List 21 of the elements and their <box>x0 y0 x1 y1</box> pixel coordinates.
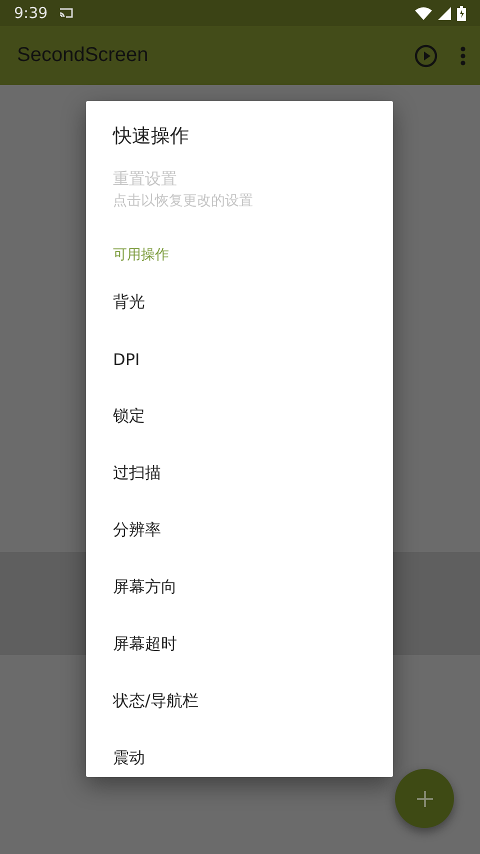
action-item[interactable]: 背光 <box>113 274 145 331</box>
action-item[interactable]: 状态/导航栏 <box>113 673 198 730</box>
app-title: SecondScreen <box>17 44 150 67</box>
action-item[interactable]: DPI <box>113 331 140 388</box>
action-item[interactable]: 分辨率 <box>113 502 161 559</box>
wifi-icon <box>415 6 432 20</box>
action-item[interactable]: 屏幕方向 <box>113 559 177 616</box>
clock: 9:39 <box>14 4 48 22</box>
action-item[interactable]: 震动 <box>113 730 145 787</box>
action-item[interactable]: 过扫描 <box>113 445 161 502</box>
reset-summary: 点击以恢复更改的设置 <box>113 192 253 210</box>
category-header: 可用操作 <box>113 246 170 264</box>
action-item[interactable]: 锁定 <box>113 388 145 445</box>
play-icon[interactable] <box>414 44 438 68</box>
more-options-icon[interactable] <box>460 46 466 66</box>
plus-icon <box>416 790 434 808</box>
signal-icon <box>438 6 451 20</box>
dialog-title: 快速操作 <box>113 124 190 149</box>
cast-icon <box>58 7 74 19</box>
battery-icon <box>457 6 466 20</box>
action-item[interactable]: 屏幕超时 <box>113 616 177 673</box>
